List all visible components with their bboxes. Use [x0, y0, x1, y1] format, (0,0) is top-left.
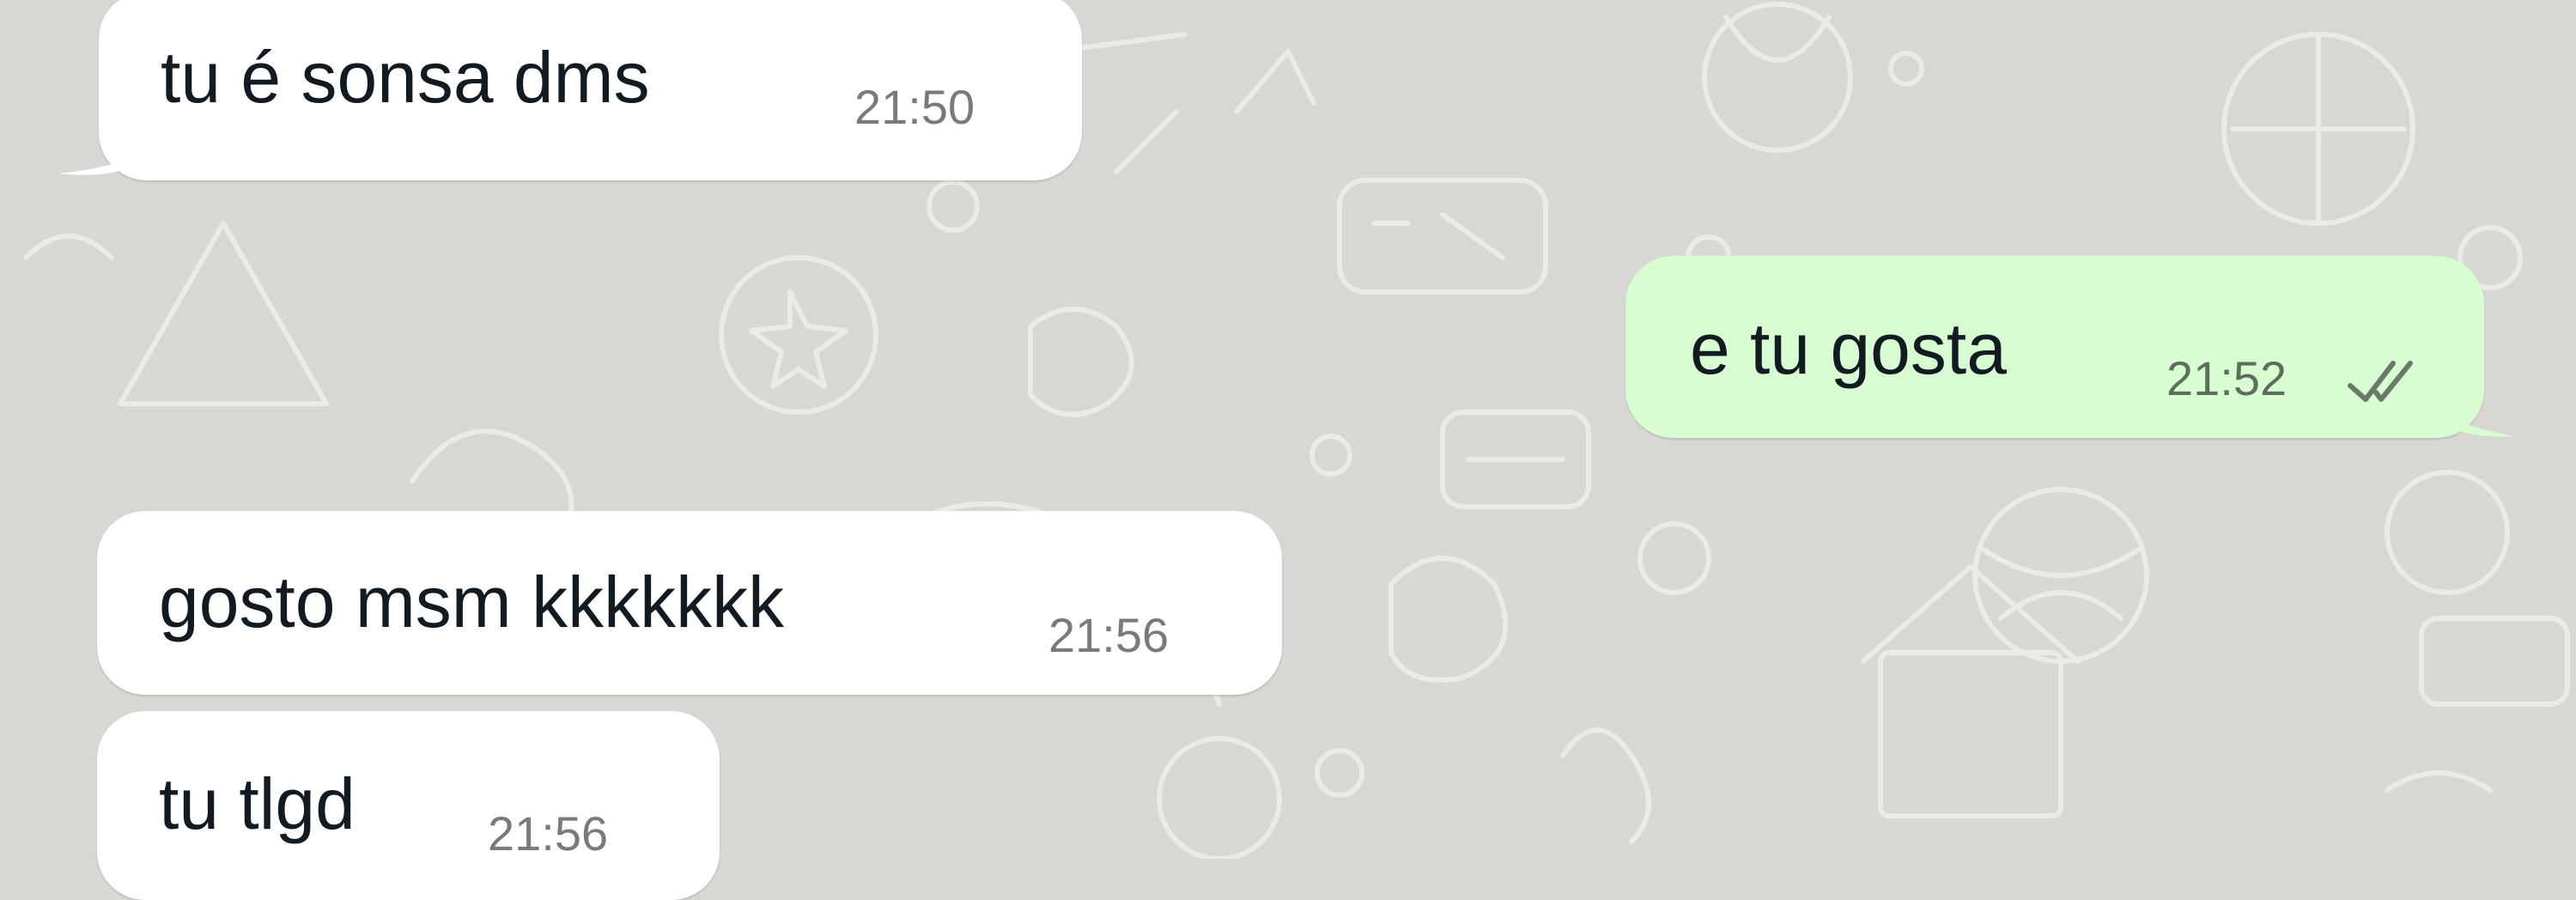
message-text: gosto msm kkkkkkk — [159, 562, 785, 642]
message-bubble-incoming[interactable]: tu é sonsa dms 21:50 — [99, 0, 1082, 180]
message-bubble-outgoing[interactable]: e tu gosta 21:52 — [1625, 256, 2484, 438]
message-timestamp: 21:52 — [2166, 351, 2287, 405]
message-bubble-incoming[interactable]: tu tlgd 21:56 — [97, 711, 720, 900]
message-text: e tu gosta — [1690, 308, 2007, 389]
message-timestamp: 21:56 — [1048, 608, 1170, 662]
bubble-tail — [58, 120, 161, 175]
double-check-icon — [2348, 361, 2413, 402]
message-timestamp: 21:50 — [854, 80, 975, 134]
message-text: tu tlgd — [159, 763, 355, 844]
message-bubble-incoming[interactable]: gosto msm kkkkkkk 21:56 — [97, 511, 1282, 695]
bubble-tail — [2421, 378, 2516, 437]
message-text: tu é sonsa dms — [161, 37, 650, 118]
message-timestamp: 21:56 — [488, 806, 609, 860]
